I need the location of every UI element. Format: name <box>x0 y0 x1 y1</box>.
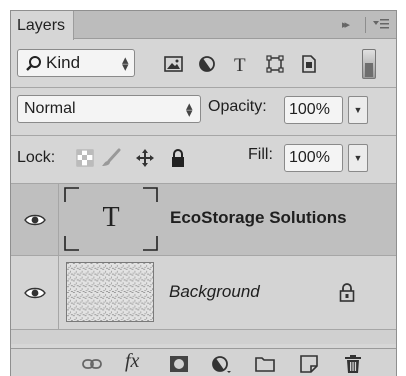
svg-text:T: T <box>234 55 246 74</box>
layer-row-background[interactable]: Background <box>11 256 396 330</box>
fill-dropdown-button[interactable]: ▼ <box>348 144 368 172</box>
select-arrows-icon: ▴ ▾ <box>122 52 129 74</box>
lock-all-icon[interactable] <box>168 148 188 168</box>
panel-tab-bar: Layers ▸▸ <box>11 11 396 40</box>
select-arrows-icon: ▴ ▾ <box>186 98 193 120</box>
eye-icon[interactable] <box>24 213 46 227</box>
add-mask-icon[interactable] <box>168 353 190 375</box>
opacity-label: Opacity: <box>208 98 267 115</box>
fill-label: Fill: <box>248 146 273 163</box>
type-filter-icon[interactable]: T <box>230 54 252 74</box>
new-group-icon[interactable] <box>254 353 276 375</box>
divider <box>11 135 396 136</box>
pixel-filter-icon[interactable] <box>163 54 185 74</box>
fx-icon[interactable]: fx <box>125 350 139 373</box>
background-thumbnail <box>66 262 154 322</box>
new-layer-icon[interactable] <box>298 353 320 375</box>
text-layer-glyph: T <box>63 186 159 252</box>
opacity-input[interactable]: 100% <box>284 96 343 124</box>
collapse-icon[interactable]: ▸▸ <box>342 18 350 31</box>
tab-layers[interactable]: Layers <box>11 11 74 40</box>
smart-object-filter-icon[interactable] <box>298 54 320 74</box>
layers-panel: Layers ▸▸ Kind ▴ ▾ T Normal ▴ ▾ Opacity:… <box>10 10 397 376</box>
filter-kind-label: Kind <box>46 53 81 72</box>
trash-icon[interactable] <box>342 353 364 375</box>
blend-mode-label: Normal <box>24 100 76 117</box>
tab-separator <box>365 17 366 33</box>
type-icon: T <box>102 202 120 233</box>
visibility-column <box>11 256 59 329</box>
blend-mode-select[interactable]: Normal ▴ ▾ <box>17 95 201 123</box>
layer-list: T EcoStorage Solutions Background <box>11 184 396 344</box>
search-icon <box>26 56 41 71</box>
adjustment-filter-icon[interactable] <box>196 54 218 74</box>
filter-kind-select[interactable]: Kind ▴ ▾ <box>17 49 135 77</box>
layer-row-text[interactable]: T EcoStorage Solutions <box>11 184 396 256</box>
panel-footer: fx <box>11 348 396 376</box>
lock-image-icon[interactable] <box>101 148 121 168</box>
link-layers-icon[interactable] <box>81 353 103 375</box>
eye-icon[interactable] <box>24 286 46 300</box>
lock-position-icon[interactable] <box>135 148 155 168</box>
adjustment-layer-icon[interactable] <box>210 353 232 375</box>
layer-name[interactable]: Background <box>169 282 260 302</box>
lock-label: Lock: <box>17 149 56 166</box>
opacity-dropdown-button[interactable]: ▼ <box>348 96 368 124</box>
divider <box>11 87 396 88</box>
visibility-column <box>11 184 59 255</box>
layer-lock-icon <box>339 283 355 302</box>
fill-input[interactable]: 100% <box>284 144 343 172</box>
filter-toggle-switch[interactable] <box>362 49 376 79</box>
layer-name[interactable]: EcoStorage Solutions <box>170 208 347 228</box>
lock-transparent-icon[interactable] <box>75 148 95 168</box>
shape-filter-icon[interactable] <box>264 54 286 74</box>
panel-menu-icon[interactable] <box>371 16 391 32</box>
